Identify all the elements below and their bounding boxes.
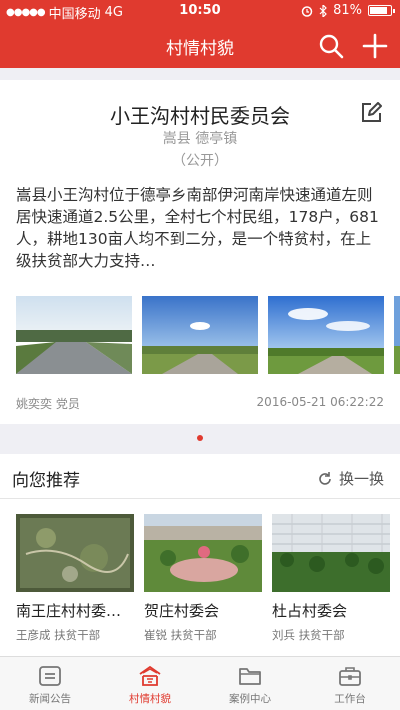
refresh-button[interactable]: 换一换: [317, 468, 384, 489]
recommend-name: 杜占村委会: [272, 602, 348, 620]
village-photo[interactable]: [394, 296, 400, 374]
village-meta: 姚奕奕 党员 2016-05-21 06:22:22: [16, 395, 384, 412]
battery-icon: [368, 5, 395, 16]
recommend-person: 崔锐 扶贫干部: [144, 628, 217, 642]
recommend-item[interactable]: 贺庄村委会 崔锐 扶贫干部: [144, 514, 262, 643]
tab-village[interactable]: 村情村貌: [100, 657, 200, 710]
recommend-name: 南王庄村村委…: [16, 602, 122, 620]
status-right: 81%: [301, 3, 395, 18]
photo-strip[interactable]: [16, 296, 400, 374]
alarm-icon: [301, 5, 313, 17]
news-icon: [39, 666, 61, 686]
search-icon[interactable]: [318, 33, 344, 59]
village-description: 嵩县小王沟村位于德亭乡南部伊河南岸快速通道左则居快速通道2.5公里，全村七个村民…: [16, 186, 379, 270]
recommend-person: 王彦成 扶贫干部: [16, 628, 101, 642]
village-photo[interactable]: [142, 296, 258, 374]
tab-label: 村情村貌: [129, 693, 171, 705]
pager-indicator: [197, 435, 203, 441]
author-label: 姚奕奕 党员: [16, 397, 80, 411]
tab-bar: 新闻公告 村情村貌 案例中心 工作台: [0, 656, 400, 710]
recommend-photo: [144, 514, 262, 592]
date-label: 2016-05-21 06:22:22: [256, 395, 384, 409]
status-bar: ●●●●● 中国移动 4G 10:50 81%: [0, 0, 400, 22]
refresh-icon: [319, 471, 331, 485]
village-visibility: （公开）: [172, 153, 228, 169]
tab-cases[interactable]: 案例中心: [200, 657, 300, 710]
recommend-header: 向您推荐: [12, 471, 80, 491]
edit-icon[interactable]: [360, 102, 382, 124]
tab-label: 案例中心: [229, 693, 271, 705]
recommend-photo: [272, 514, 390, 592]
tab-label: 工作台: [334, 693, 366, 705]
tab-news[interactable]: 新闻公告: [0, 657, 100, 710]
village-title: 小王沟村村民委员会: [110, 104, 290, 128]
village-location: 嵩县 德亭镇: [162, 131, 238, 147]
tab-label: 新闻公告: [29, 693, 71, 705]
battery-label: 81%: [333, 3, 362, 18]
tab-workbench[interactable]: 工作台: [300, 657, 400, 710]
village-card[interactable]: 小王沟村村民委员会 嵩县 德亭镇 （公开） 嵩县小王沟村位于德亭乡南部伊河南岸快…: [0, 80, 400, 424]
divider: [0, 498, 400, 499]
recommend-name: 贺庄村委会: [144, 602, 220, 620]
briefcase-icon: [339, 667, 361, 686]
village-photo[interactable]: [16, 296, 132, 374]
recommend-item[interactable]: 南王庄村村委… 王彦成 扶贫干部: [16, 514, 134, 643]
village-photo[interactable]: [268, 296, 384, 374]
folder-icon: [239, 668, 261, 685]
nav-bar: 村情村貌: [0, 22, 400, 68]
refresh-label: 换一换: [338, 470, 384, 488]
bluetooth-icon: [319, 4, 327, 17]
recommend-section: 向您推荐 换一换 南王庄村村委… 王彦成 扶贫干部 贺庄村委会 崔锐 扶贫干部 …: [0, 454, 400, 656]
recommend-person: 刘兵 扶贫干部: [272, 628, 345, 642]
village-icon: [139, 665, 161, 686]
recommend-photo: [16, 514, 134, 592]
add-icon[interactable]: [362, 33, 388, 59]
recommend-item[interactable]: 杜占村委会 刘兵 扶贫干部: [272, 514, 390, 643]
